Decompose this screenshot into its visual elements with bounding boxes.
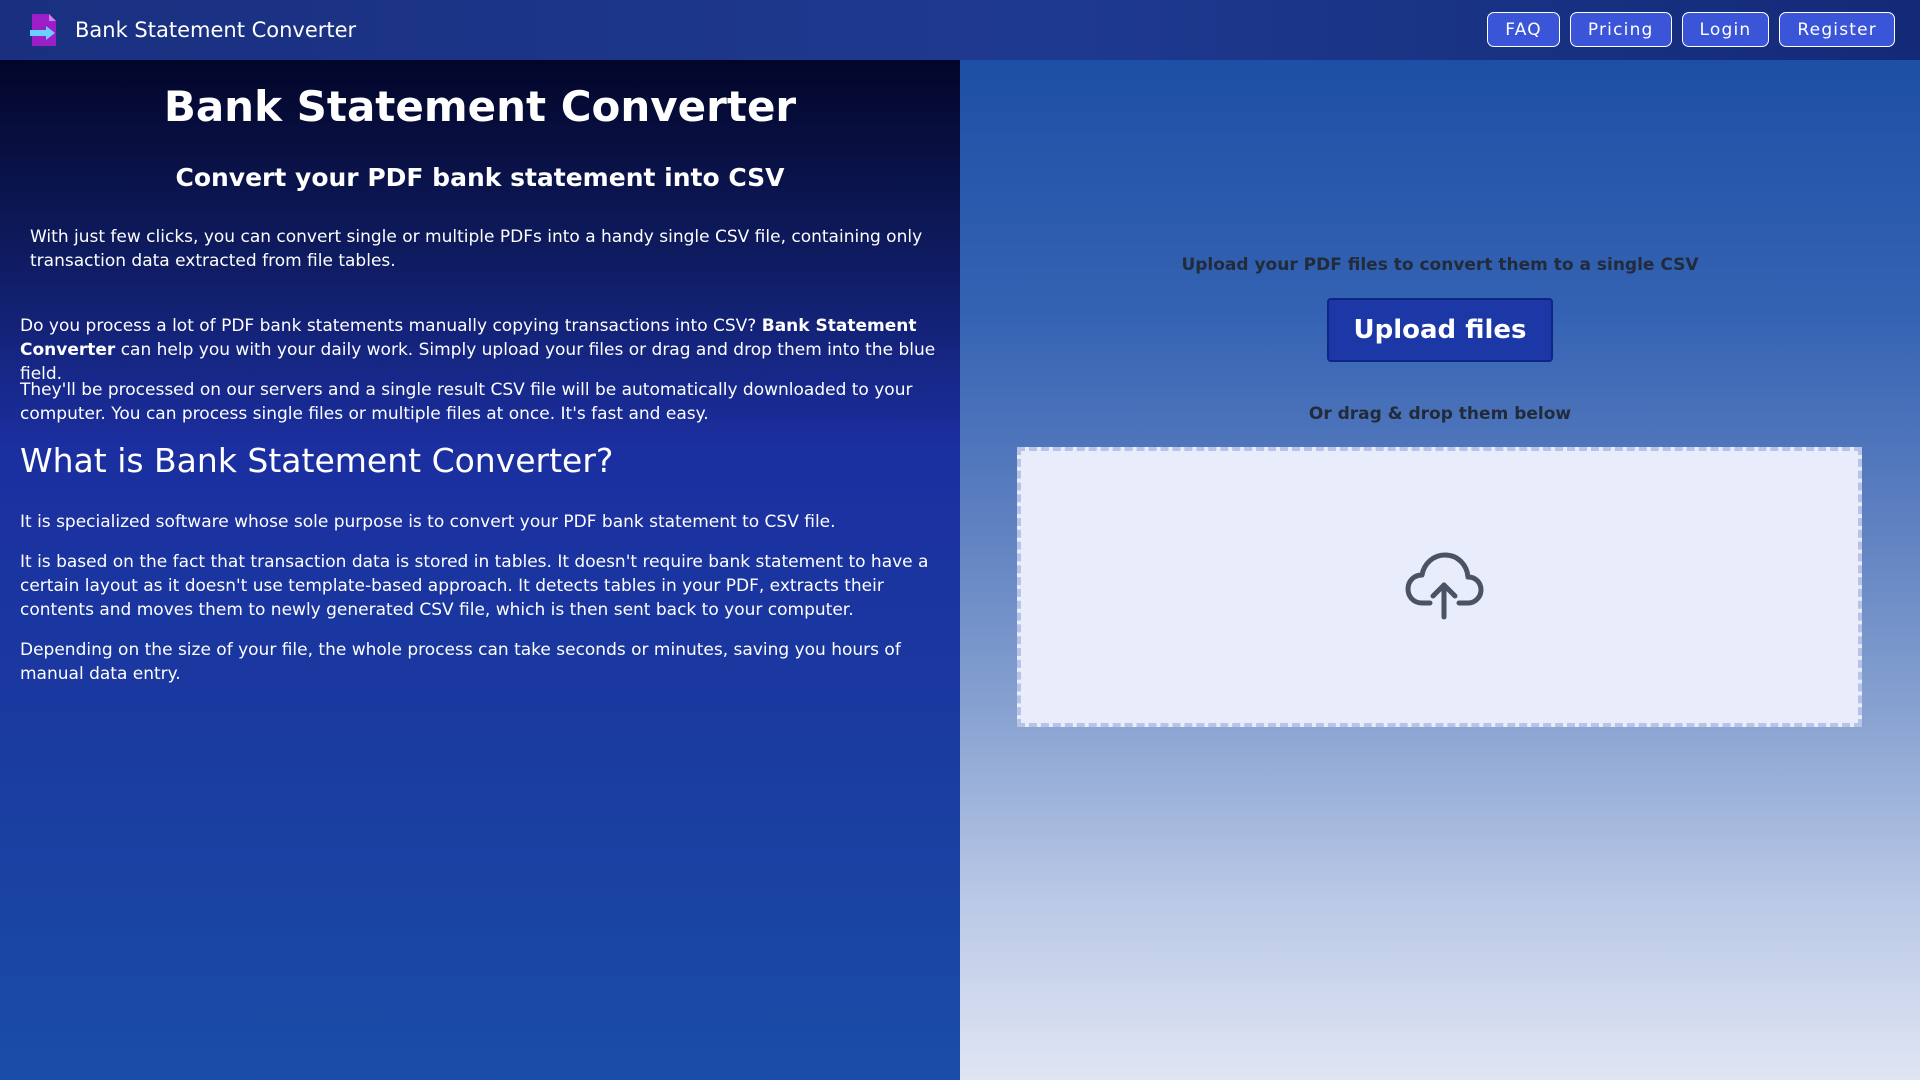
intro-text: With just few clicks, you can convert si…: [30, 227, 923, 271]
nav-buttons: FAQ Pricing Login Register: [1487, 12, 1895, 47]
page-title: Bank Statement Converter: [163, 82, 797, 131]
pricing-button[interactable]: Pricing: [1569, 12, 1672, 47]
upload-panel: Upload your PDF files to convert them to…: [960, 60, 1920, 1080]
faq-button[interactable]: FAQ: [1487, 12, 1560, 47]
section-paragraph-2: It is based on the fact that transaction…: [20, 552, 929, 620]
section-paragraph-3: Depending on the size of your file, the …: [20, 640, 901, 684]
register-button[interactable]: Register: [1779, 12, 1895, 47]
drop-zone[interactable]: [1017, 447, 1862, 727]
section-heading: What is Bank Statement Converter?: [20, 441, 614, 480]
upload-instruction: Upload your PDF files to convert them to…: [1181, 255, 1699, 275]
drag-drop-instruction: Or drag & drop them below: [1308, 404, 1572, 424]
brand-name[interactable]: Bank Statement Converter: [75, 17, 356, 43]
description-text: Do you process a lot of PDF bank stateme…: [20, 316, 762, 336]
login-button[interactable]: Login: [1681, 12, 1770, 47]
description-paragraph-1: Do you process a lot of PDF bank stateme…: [20, 314, 940, 386]
description-paragraph-2: They'll be processed on our servers and …: [20, 380, 913, 424]
top-navbar: Bank Statement Converter FAQ Pricing Log…: [0, 0, 1920, 60]
upload-files-button[interactable]: Upload files: [1327, 298, 1553, 362]
logo-icon[interactable]: [30, 13, 58, 47]
info-panel: Bank Statement Converter Convert your PD…: [0, 60, 960, 1080]
cloud-upload-icon: [1405, 552, 1484, 620]
section-paragraph-1: It is specialized software whose sole pu…: [20, 512, 836, 532]
page-subtitle: Convert your PDF bank statement into CSV: [175, 163, 785, 192]
